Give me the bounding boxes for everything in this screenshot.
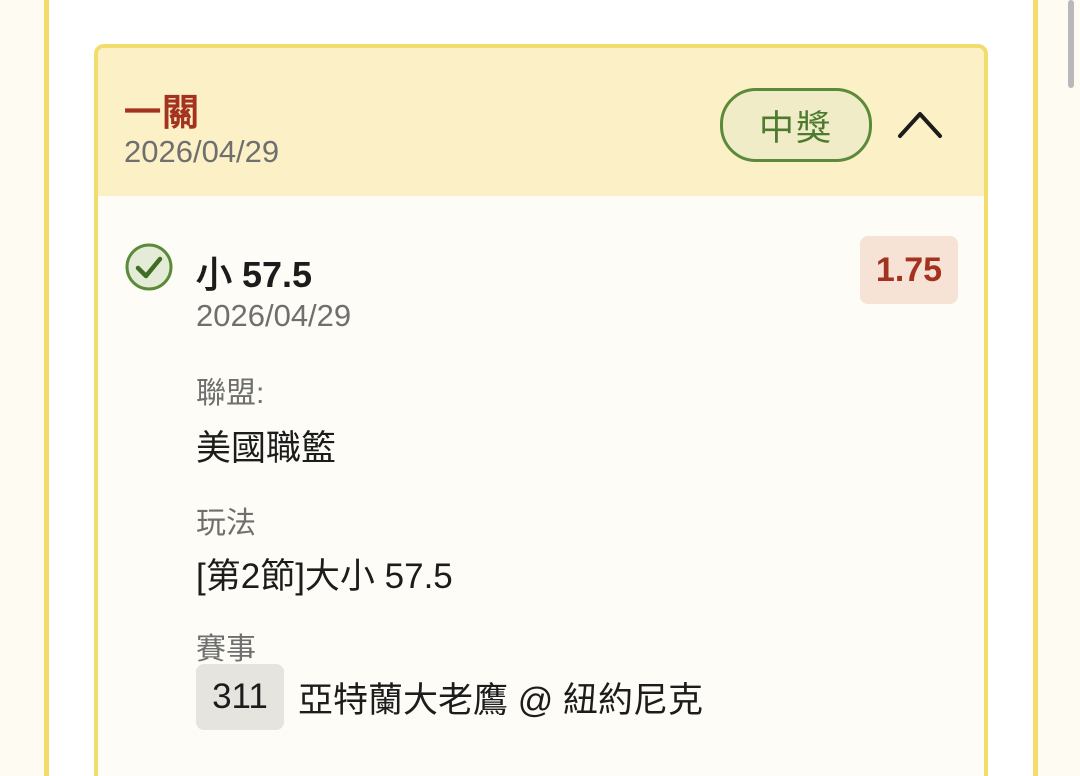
bet-card-header[interactable]: 一關 2026/04/29 中獎 [98,48,984,196]
league-label: 聯盟: [196,377,265,410]
event-number-badge: 311 [196,664,284,730]
event-label: 賽事 [196,633,256,666]
event-name: 亞特蘭大老鷹 @ 紐約尼克 [298,680,703,720]
selection-title: 小 57.5 [196,254,313,295]
chevron-up-icon[interactable] [894,100,946,146]
odds-badge: 1.75 [860,236,958,304]
market-value: [第2節]大小 57.5 [196,557,453,596]
check-circle-icon [124,242,174,292]
league-value: 美國職籃 [196,429,337,468]
bet-history-screen: 一關 2026/04/29 中獎 小 57.5 2026/04/29 1.75 … [0,0,1080,776]
status-badge: 中獎 [720,88,872,162]
market-label: 玩法 [196,507,256,540]
selection-date: 2026/04/29 [196,298,352,333]
bet-card: 一關 2026/04/29 中獎 小 57.5 2026/04/29 1.75 … [94,44,988,776]
bet-date: 2026/04/29 [124,134,280,169]
scrollbar[interactable] [1068,0,1074,88]
bet-type-title: 一關 [124,92,200,133]
event-row: 311 亞特蘭大老鷹 @ 紐約尼克 [196,664,703,730]
